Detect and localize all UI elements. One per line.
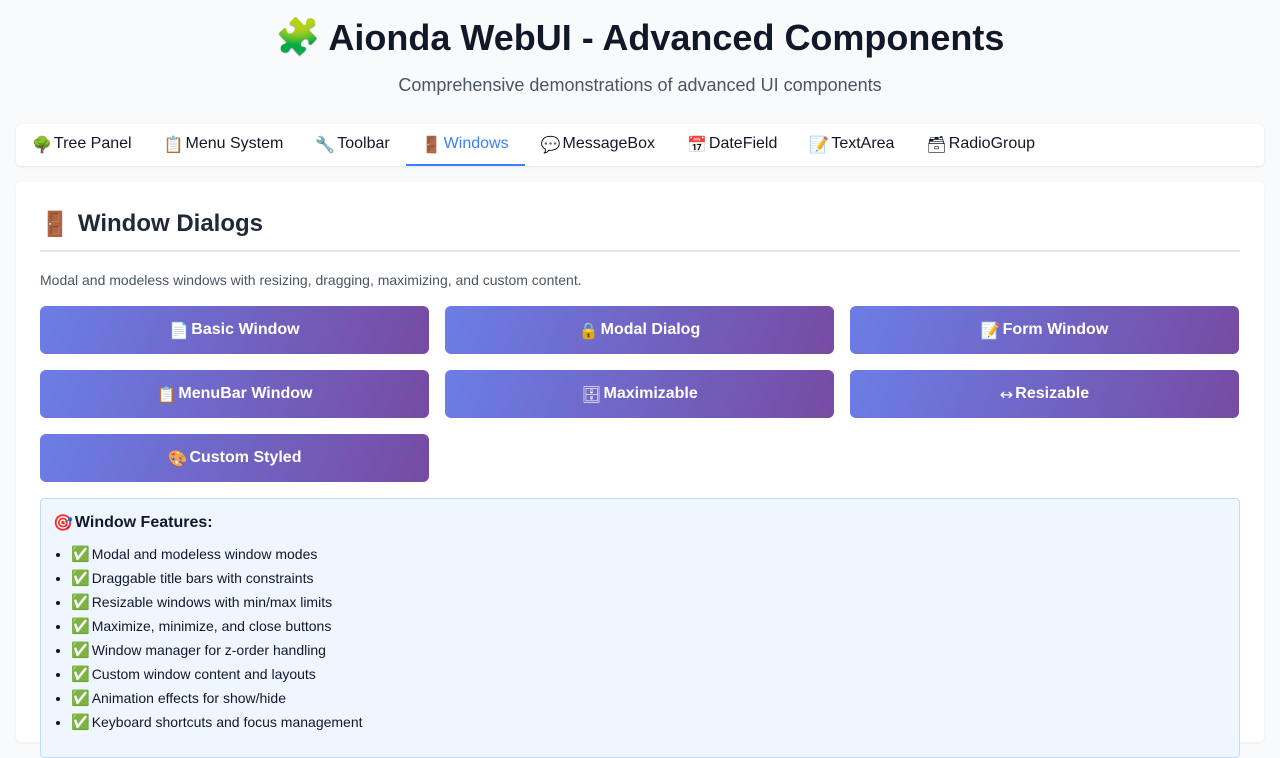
door-icon: 🚪 bbox=[40, 210, 70, 238]
modal-dialog-button[interactable]: 🔒 Modal Dialog bbox=[445, 306, 834, 354]
page-header: 🧩 Aionda WebUI - Advanced Components Com… bbox=[0, 0, 1280, 124]
custom-styled-button[interactable]: 🎨 Custom Styled bbox=[40, 434, 429, 482]
tab-label: Tree Panel bbox=[53, 135, 132, 152]
features-list: ✅Modal and modeless window modes ✅Dragga… bbox=[53, 542, 1227, 734]
button-label: Form Window bbox=[1002, 321, 1109, 338]
door-icon: 🚪 bbox=[421, 134, 442, 154]
file-cabinet-icon: 🗄 bbox=[581, 384, 602, 404]
page-icon: 📄 bbox=[169, 320, 190, 340]
check-icon: ✅ bbox=[71, 713, 90, 731]
tab-radiogroup[interactable]: 🗃 RadioGroup bbox=[910, 124, 1051, 166]
tab-messagebox[interactable]: 💬 MessageBox bbox=[525, 124, 671, 166]
list-item: ✅Keyboard shortcuts and focus management bbox=[71, 710, 1227, 734]
tab-label: Windows bbox=[443, 135, 509, 152]
check-icon: ✅ bbox=[71, 689, 90, 707]
tree-icon: 🌳 bbox=[32, 134, 52, 154]
list-item: ✅Animation effects for show/hide bbox=[71, 686, 1227, 710]
windows-panel: 🚪 Window Dialogs Modal and modeless wind… bbox=[16, 182, 1264, 758]
tab-label: TextArea bbox=[831, 135, 895, 152]
list-item: ✅Custom window content and layouts bbox=[71, 662, 1227, 686]
button-label: Custom Styled bbox=[189, 449, 302, 466]
check-icon: ✅ bbox=[71, 665, 90, 683]
maximizable-button[interactable]: 🗄 Maximizable bbox=[445, 370, 834, 418]
tab-label: RadioGroup bbox=[948, 135, 1036, 152]
page-title: 🧩 Aionda WebUI - Advanced Components bbox=[0, 16, 1280, 60]
left-right-arrow-icon: ↔ bbox=[999, 384, 1014, 404]
tab-datefield[interactable]: 📅 DateField bbox=[671, 124, 793, 166]
window-features-box: 🎯 Window Features: ✅Modal and modeless w… bbox=[40, 498, 1240, 758]
panel-title-text: Window Dialogs bbox=[77, 210, 263, 237]
tab-label: Toolbar bbox=[337, 135, 390, 152]
list-item: ✅Maximize, minimize, and close buttons bbox=[71, 614, 1227, 638]
calendar-icon: 📅 bbox=[686, 134, 707, 154]
page-title-text: Aionda WebUI - Advanced Components bbox=[328, 17, 1005, 58]
button-label: Maximizable bbox=[603, 385, 698, 402]
tab-menu-system[interactable]: 📋 Menu System bbox=[148, 124, 300, 166]
tab-tree-panel[interactable]: 🌳 Tree Panel bbox=[32, 124, 148, 166]
menubar-window-button[interactable]: 📋 MenuBar Window bbox=[40, 370, 429, 418]
target-icon: 🎯 bbox=[53, 513, 73, 532]
list-item: ✅Window manager for z-order handling bbox=[71, 638, 1227, 662]
speech-bubble-icon: 💬 bbox=[540, 134, 561, 154]
wrench-icon: 🔧 bbox=[315, 134, 336, 154]
check-icon: ✅ bbox=[71, 641, 90, 659]
tab-textarea[interactable]: 📝 TextArea bbox=[793, 124, 910, 166]
puzzle-icon: 🧩 bbox=[275, 17, 321, 58]
button-label: MenuBar Window bbox=[178, 385, 313, 402]
list-item: ✅Resizable windows with min/max limits bbox=[71, 590, 1227, 614]
check-icon: ✅ bbox=[71, 545, 90, 563]
lock-icon: 🔒 bbox=[578, 320, 599, 340]
tab-toolbar[interactable]: 🔧 Toolbar bbox=[299, 124, 405, 166]
features-title: Window Features: bbox=[74, 513, 213, 531]
tab-windows[interactable]: 🚪 Windows bbox=[405, 124, 525, 166]
card-box-icon: 🗃 bbox=[926, 134, 947, 154]
window-demo-buttons: 📄 Basic Window 🔒 Modal Dialog 📝 Form Win… bbox=[40, 306, 1240, 482]
panel-title: 🚪 Window Dialogs bbox=[40, 182, 1240, 252]
button-label: Resizable bbox=[1015, 385, 1090, 402]
page-subtitle: Comprehensive demonstrations of advanced… bbox=[398, 75, 882, 95]
memo-icon: 📝 bbox=[809, 134, 830, 154]
basic-window-button[interactable]: 📄 Basic Window bbox=[40, 306, 429, 354]
button-label: Basic Window bbox=[191, 321, 300, 338]
clipboard-icon: 📋 bbox=[156, 384, 177, 404]
features-heading: 🎯 Window Features: bbox=[53, 513, 1227, 532]
tab-label: MessageBox bbox=[562, 135, 655, 152]
button-label: Modal Dialog bbox=[600, 321, 701, 338]
palette-icon: 🎨 bbox=[167, 448, 188, 468]
resizable-button[interactable]: ↔ Resizable bbox=[850, 370, 1239, 418]
list-item: ✅Modal and modeless window modes bbox=[71, 542, 1227, 566]
form-window-button[interactable]: 📝 Form Window bbox=[850, 306, 1239, 354]
memo-icon: 📝 bbox=[980, 320, 1001, 340]
clipboard-icon: 📋 bbox=[163, 134, 184, 154]
tab-label: Menu System bbox=[185, 135, 284, 152]
list-item: ✅Draggable title bars with constraints bbox=[71, 566, 1227, 590]
check-icon: ✅ bbox=[71, 617, 90, 635]
check-icon: ✅ bbox=[71, 569, 90, 587]
component-tabs: 🌳 Tree Panel 📋 Menu System 🔧 Toolbar 🚪 W… bbox=[16, 124, 1264, 166]
tab-label: DateField bbox=[708, 135, 778, 152]
panel-description: Modal and modeless windows with resizing… bbox=[40, 272, 582, 288]
check-icon: ✅ bbox=[71, 593, 90, 611]
